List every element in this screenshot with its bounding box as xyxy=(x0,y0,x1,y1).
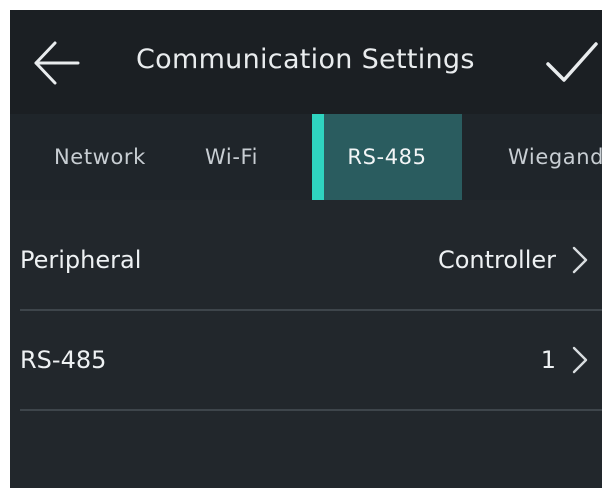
tab-bar: Network Wi-Fi RS-485 Wiegand xyxy=(10,114,602,200)
active-tab-indicator xyxy=(312,114,324,200)
setting-row-rs485[interactable]: RS-485 1 xyxy=(10,310,602,410)
confirm-button[interactable] xyxy=(542,36,600,90)
setting-label: Peripheral xyxy=(20,246,142,274)
chevron-right-icon xyxy=(572,246,588,274)
setting-value: Controller xyxy=(437,246,556,274)
setting-label: RS-485 xyxy=(20,346,107,374)
tab-rs485-label: RS-485 xyxy=(347,145,427,169)
arrow-left-icon xyxy=(34,41,80,85)
device-screen: Communication Settings Network Wi-Fi RS-… xyxy=(10,10,602,488)
tab-wifi[interactable]: Wi-Fi xyxy=(205,114,258,200)
checkmark-icon xyxy=(546,42,598,82)
back-button[interactable] xyxy=(28,38,84,88)
page-title: Communication Settings xyxy=(136,44,475,75)
tab-rs485[interactable]: RS-485 xyxy=(312,114,462,200)
setting-row-peripheral[interactable]: Peripheral Controller xyxy=(10,210,602,310)
setting-value: 1 xyxy=(540,346,556,374)
tab-wiegand[interactable]: Wiegand xyxy=(508,114,602,200)
tab-network[interactable]: Network xyxy=(54,114,146,200)
top-bar: Communication Settings xyxy=(10,10,602,114)
divider xyxy=(20,409,602,411)
chevron-right-icon xyxy=(572,346,588,374)
